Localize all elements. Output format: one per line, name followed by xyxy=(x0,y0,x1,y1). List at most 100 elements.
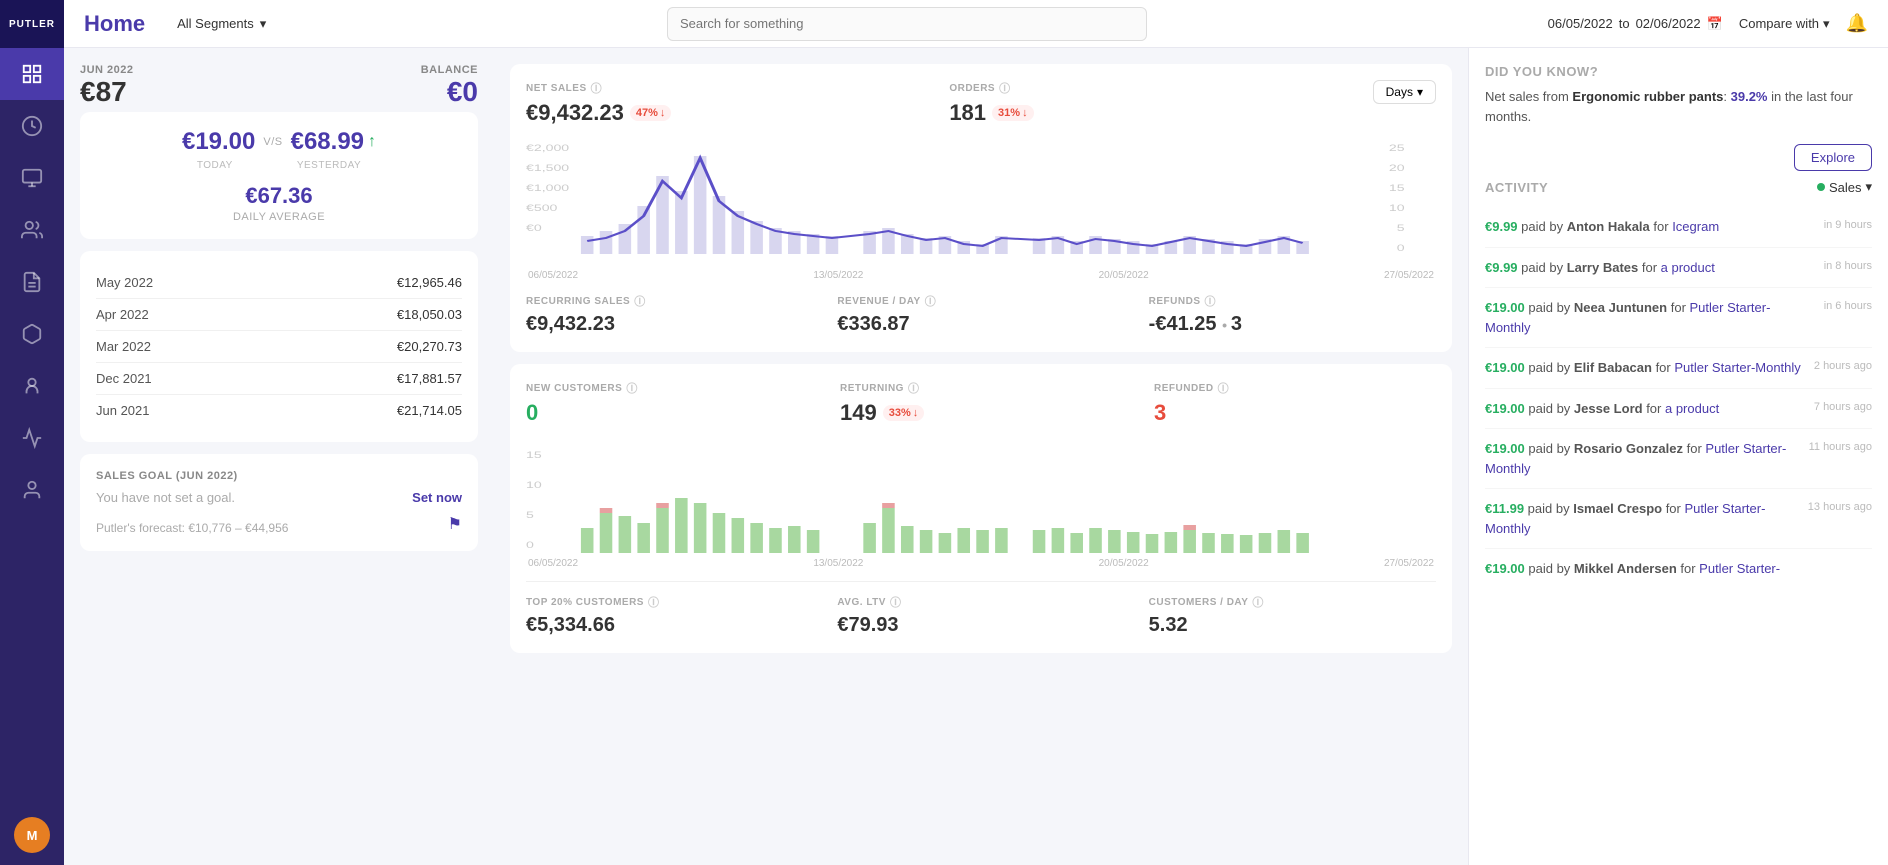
svg-text:€1,500: €1,500 xyxy=(526,163,570,174)
dyk-product: Ergonomic rubber pants xyxy=(1572,89,1723,104)
avatar[interactable]: M xyxy=(14,817,50,853)
activity-header: ACTIVITY Sales ▾ xyxy=(1485,179,1872,195)
set-goal-button[interactable]: Set now xyxy=(412,490,462,505)
date-to: 02/06/2022 xyxy=(1636,16,1701,31)
sidebar-item-settings[interactable] xyxy=(0,464,64,516)
new-customers-info-icon[interactable]: ⓘ xyxy=(626,380,638,396)
header: Home All Segments ▾ 06/05/2022 to 02/06/… xyxy=(64,0,1888,48)
chevron-down-icon: ▾ xyxy=(1823,16,1830,32)
cust-day-block: CUSTOMERS / DAY ⓘ 5.32 xyxy=(1149,594,1436,637)
history-card: May 2022 €12,965.46 Apr 2022 €18,050.03 … xyxy=(80,251,478,442)
balance-amount: €0 xyxy=(421,76,478,108)
top20-label: TOP 20% CUSTOMERS ⓘ xyxy=(526,594,813,610)
svg-text:10: 10 xyxy=(1389,203,1405,214)
top20-info-icon[interactable]: ⓘ xyxy=(648,594,660,610)
goal-card: SALES GOAL (JUN 2022) You have not set a… xyxy=(80,454,478,551)
table-row: Dec 2021 €17,881.57 xyxy=(96,363,462,395)
sidebar-item-products[interactable] xyxy=(0,152,64,204)
page-title: Home xyxy=(84,11,145,37)
activity-item: €19.00 paid by Neea Juntunen for Putler … xyxy=(1485,288,1872,348)
vs-label: v/s xyxy=(263,136,282,148)
cust-day-info-icon[interactable]: ⓘ xyxy=(1252,594,1264,610)
svg-text:0: 0 xyxy=(526,540,534,551)
sidebar-item-reports[interactable] xyxy=(0,256,64,308)
main-content: Home All Segments ▾ 06/05/2022 to 02/06/… xyxy=(64,0,1888,865)
customers-chart: 15 10 5 0 xyxy=(526,438,1436,558)
refunded-value: 3 xyxy=(1154,400,1436,426)
left-panel: JUN 2022 €87 BALANCE €0 €19.00 v/s €68.9… xyxy=(64,48,494,865)
calendar-icon: 📅 xyxy=(1707,16,1723,32)
sidebar: PUTLER xyxy=(0,0,64,865)
table-row: Jun 2021 €21,714.05 xyxy=(96,395,462,426)
middle-panel: NET SALES ⓘ €9,432.23 47%↓ ORDERS xyxy=(494,48,1468,865)
period-label: JUN 2022 xyxy=(80,64,134,76)
did-you-know-section: DID YOU KNOW? Net sales from Ergonomic r… xyxy=(1485,64,1872,126)
returning-label: RETURNING ⓘ xyxy=(840,380,1122,396)
activity-item: €19.00 paid by Mikkel Andersen for Putle… xyxy=(1485,549,1872,589)
daily-average-row: €67.36 DAILY AVERAGE xyxy=(96,183,462,223)
sales-filter[interactable]: Sales ▾ xyxy=(1817,179,1872,195)
net-sales-badge: 47%↓ xyxy=(630,105,672,121)
customers-card: NEW CUSTOMERS ⓘ 0 RETURNING ⓘ xyxy=(510,364,1452,653)
days-selector[interactable]: Days ▾ xyxy=(1373,80,1436,104)
sidebar-item-customers[interactable] xyxy=(0,204,64,256)
date-from: 06/05/2022 xyxy=(1548,16,1613,31)
new-customers-label: NEW CUSTOMERS ⓘ xyxy=(526,380,808,396)
recurring-sales-block: RECURRING SALES ⓘ €9,432.23 xyxy=(526,293,813,336)
sidebar-item-dashboard[interactable] xyxy=(0,48,64,100)
orders-value: 181 31%↓ xyxy=(949,100,1372,126)
sidebar-item-subscriptions[interactable] xyxy=(0,308,64,360)
refunds-label: REFUNDS ⓘ xyxy=(1149,293,1436,309)
refunds-value: -€41.25 • 3 xyxy=(1149,313,1436,336)
forecast-text: Putler's forecast: €10,776 – €44,956 xyxy=(96,521,288,535)
orders-label: ORDERS ⓘ xyxy=(949,80,1372,96)
search-input[interactable] xyxy=(667,7,1147,41)
returning-info-icon[interactable]: ⓘ xyxy=(908,380,920,396)
refunded-block: REFUNDED ⓘ 3 xyxy=(1154,380,1436,426)
activity-title: ACTIVITY xyxy=(1485,180,1548,195)
customers-top-stats: NEW CUSTOMERS ⓘ 0 RETURNING ⓘ xyxy=(526,380,1436,426)
avg-ltv-info-icon[interactable]: ⓘ xyxy=(890,594,902,610)
svg-text:20: 20 xyxy=(1389,163,1405,174)
svg-text:0: 0 xyxy=(1397,243,1405,254)
sidebar-item-sales[interactable] xyxy=(0,100,64,152)
net-sales-info-icon[interactable]: ⓘ xyxy=(591,80,603,96)
notifications-bell[interactable]: 🔔 xyxy=(1846,13,1868,34)
recurring-value: €9,432.23 xyxy=(526,313,813,336)
orders-block: ORDERS ⓘ 181 31%↓ xyxy=(949,80,1372,126)
date-range-picker[interactable]: 06/05/2022 to 02/06/2022 📅 xyxy=(1548,16,1723,32)
net-sales-block: NET SALES ⓘ €9,432.23 47%↓ xyxy=(526,80,949,126)
top20-value: €5,334.66 xyxy=(526,614,813,637)
balance-label: BALANCE xyxy=(421,64,478,76)
svg-text:15: 15 xyxy=(526,450,542,461)
svg-text:€1,000: €1,000 xyxy=(526,183,570,194)
svg-text:5: 5 xyxy=(1397,223,1405,234)
sidebar-item-affiliates[interactable] xyxy=(0,360,64,412)
activity-item: €19.00 paid by Elif Babacan for Putler S… xyxy=(1485,348,1872,389)
avg-ltv-label: AVG. LTV ⓘ xyxy=(837,594,1124,610)
orders-info-icon[interactable]: ⓘ xyxy=(999,80,1011,96)
sales-dot-icon xyxy=(1817,183,1825,191)
refunded-info-icon[interactable]: ⓘ xyxy=(1218,380,1230,396)
today-yesterday-row: €19.00 v/s €68.99 ↑ xyxy=(96,128,462,156)
net-sales-value: €9,432.23 47%↓ xyxy=(526,100,949,126)
avg-ltv-block: AVG. LTV ⓘ €79.93 xyxy=(837,594,1124,637)
segment-selector[interactable]: All Segments ▾ xyxy=(177,16,266,32)
new-customers-block: NEW CUSTOMERS ⓘ 0 xyxy=(526,380,808,426)
cust-day-label: CUSTOMERS / DAY ⓘ xyxy=(1149,594,1436,610)
top20-block: TOP 20% CUSTOMERS ⓘ €5,334.66 xyxy=(526,594,813,637)
compare-with-button[interactable]: Compare with ▾ xyxy=(1739,16,1830,32)
explore-button[interactable]: Explore xyxy=(1794,144,1872,171)
right-panel: DID YOU KNOW? Net sales from Ergonomic r… xyxy=(1468,48,1888,865)
revenue-day-info-icon[interactable]: ⓘ xyxy=(925,293,937,309)
today-value: €19.00 xyxy=(182,128,255,156)
recurring-info-icon[interactable]: ⓘ xyxy=(634,293,646,309)
returning-badge: 33%↓ xyxy=(883,405,925,421)
sidebar-item-analytics[interactable] xyxy=(0,412,64,464)
table-row: May 2022 €12,965.46 xyxy=(96,267,462,299)
goal-text: You have not set a goal. xyxy=(96,490,235,505)
chart-x-axis: 06/05/2022 13/05/2022 20/05/2022 27/05/2… xyxy=(526,270,1436,281)
refunds-info-icon[interactable]: ⓘ xyxy=(1205,293,1217,309)
chevron-down-icon: ▾ xyxy=(1417,85,1423,99)
goal-body: You have not set a goal. Set now xyxy=(96,490,462,505)
